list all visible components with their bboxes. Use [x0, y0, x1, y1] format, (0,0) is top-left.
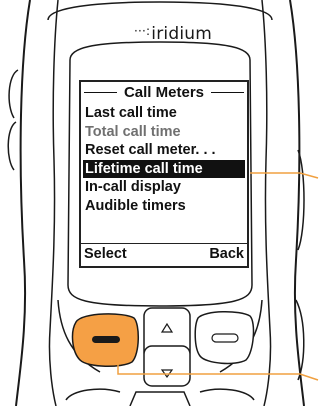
- side-button-upper: [8, 69, 19, 119]
- menu-item-audible-timers[interactable]: Audible timers: [83, 197, 245, 216]
- brand-logo: ···:iridium: [134, 24, 212, 44]
- brand-name: iridium: [151, 24, 212, 44]
- phone-outer-edge-left: [15, 0, 31, 406]
- call-meters-menu: Last call time Total call time Reset cal…: [83, 104, 245, 215]
- softkey-bar: Select Back: [81, 243, 247, 266]
- nav-down-button[interactable]: [144, 352, 190, 386]
- right-softkey-button[interactable]: [194, 310, 256, 366]
- callout-line-selected-item: [250, 172, 319, 179]
- nav-up-button[interactable]: [144, 308, 190, 346]
- menu-item-in-call-display[interactable]: In-call display: [83, 178, 245, 197]
- brand-dots-icon: ···:: [134, 24, 151, 38]
- phone-outer-edge-right: [289, 0, 305, 406]
- menu-item-reset-call-meter[interactable]: Reset call meter. . .: [83, 141, 245, 160]
- lcd-screen: Call Meters Last call time Total call ti…: [79, 80, 249, 268]
- bezel-edge-left: [48, 0, 59, 406]
- left-softkey-button[interactable]: [72, 312, 142, 370]
- menu-item-last-call-time[interactable]: Last call time: [83, 104, 245, 123]
- screen-title: Call Meters: [81, 84, 247, 101]
- satellite-phone-illustration: ···:iridium Call Meters Last call time T…: [0, 0, 320, 406]
- softkey-back-label[interactable]: Back: [209, 244, 244, 264]
- menu-item-total-call-time[interactable]: Total call time: [83, 123, 245, 142]
- bezel-edge-right: [261, 0, 272, 406]
- softkey-select-label[interactable]: Select: [84, 244, 127, 264]
- menu-item-lifetime-call-time[interactable]: Lifetime call time: [83, 159, 245, 178]
- side-button-lower: [7, 121, 17, 171]
